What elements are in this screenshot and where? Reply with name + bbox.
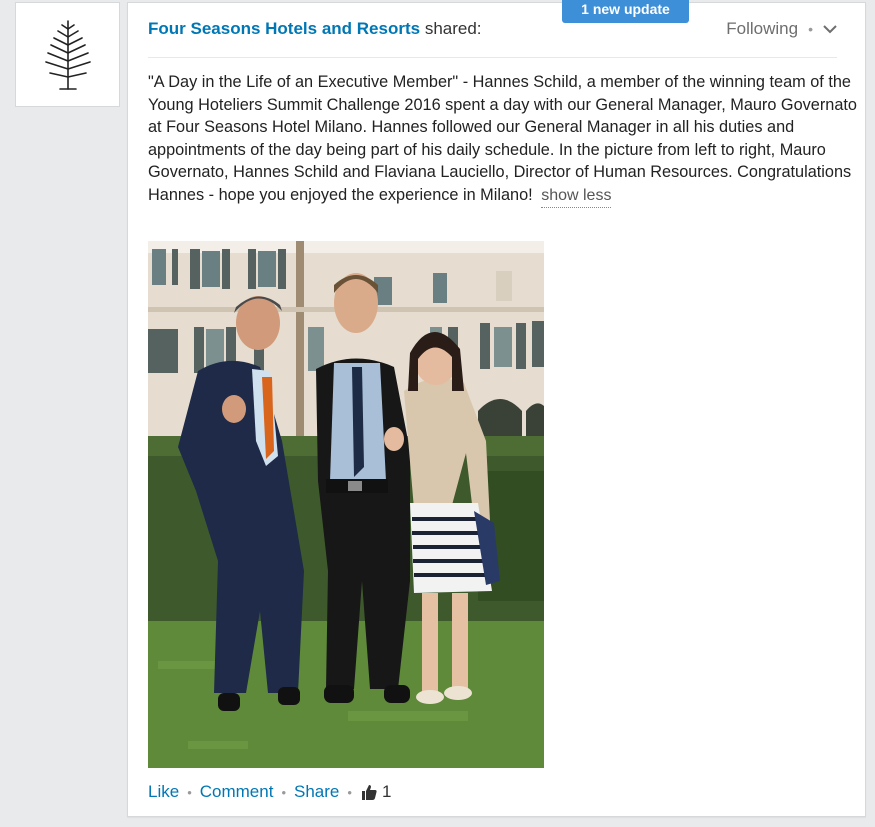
feed-post-card: 1 new update Four Seasons Hotels and Res… [127,0,866,817]
thumbs-up-icon [361,785,377,800]
follow-controls: Following • [726,19,837,39]
following-status[interactable]: Following [726,19,798,39]
separator-dot: • [187,784,192,800]
company-logo[interactable] [15,2,120,107]
like-count[interactable]: 1 [360,782,391,802]
share-button[interactable]: Share [294,782,339,802]
tree-logo-icon [44,19,91,90]
like-button[interactable]: Like [148,782,179,802]
post-actions: Like • Comment • Share • 1 [148,782,391,802]
new-update-pill[interactable]: 1 new update [562,0,689,23]
photo-illustration [148,241,544,768]
actor-name-link[interactable]: Four Seasons Hotels and Resorts [148,19,420,38]
post-body: "A Day in the Life of an Executive Membe… [148,71,858,208]
show-less-link[interactable]: show less [541,185,612,208]
post-actor: Four Seasons Hotels and Resorts shared: [148,19,482,38]
comment-button[interactable]: Comment [200,782,274,802]
post-header: Four Seasons Hotels and Resorts shared: … [148,19,837,58]
chevron-down-icon[interactable] [823,24,837,34]
post-text: "A Day in the Life of an Executive Membe… [148,73,857,204]
post-photo[interactable] [148,241,544,768]
separator-dot: • [281,784,286,800]
actor-action: shared: [424,19,482,38]
like-count-value: 1 [381,782,392,801]
separator-dot: • [347,784,352,800]
separator-dot: • [808,21,813,37]
